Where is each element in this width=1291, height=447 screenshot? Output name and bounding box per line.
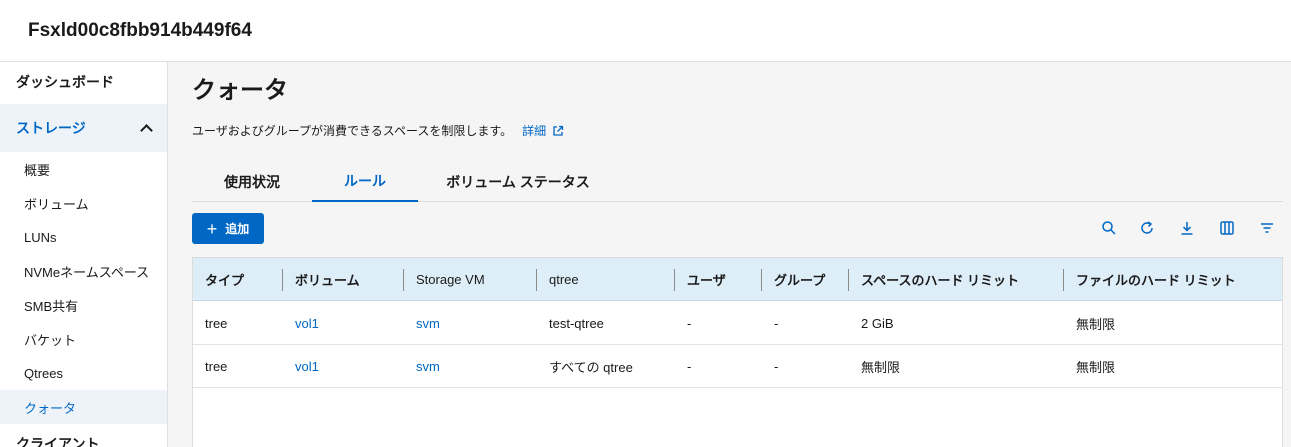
sidebar-item-dashboard[interactable]: ダッシュボード	[0, 72, 167, 92]
column-divider[interactable]	[1063, 269, 1064, 291]
page-description: ユーザおよびグループが消費できるスペースを制限します。 詳細	[192, 122, 564, 139]
column-header-user[interactable]: ユーザ	[687, 258, 726, 301]
plus-icon: +	[206, 218, 218, 239]
cell-group: -	[774, 359, 779, 374]
chevron-up-icon	[140, 124, 153, 137]
sidebar-item-clients[interactable]: クライアント	[0, 434, 167, 447]
cell-type: tree	[205, 316, 228, 331]
table-header: タイプ ボリューム Storage VM qtree ユーザ グループ スペース…	[193, 258, 1282, 301]
column-header-volume[interactable]: ボリューム	[295, 258, 360, 301]
refresh-icon[interactable]	[1139, 220, 1155, 236]
sidebar: ダッシュボード ストレージ 概要 ボリューム LUNs NVMeネームスペース …	[0, 62, 168, 447]
column-header-qtree[interactable]: qtree	[549, 258, 579, 301]
sidebar-item-buckets[interactable]: バケット	[0, 322, 167, 356]
column-header-storage-vm[interactable]: Storage VM	[416, 258, 485, 301]
sidebar-item-storage[interactable]: ストレージ	[0, 104, 167, 152]
column-header-space-hard-limit[interactable]: スペースのハード リミット	[861, 258, 1019, 301]
top-bar: Fsxld00c8fbb914b449f64	[0, 0, 1291, 62]
description-text: ユーザおよびグループが消費できるスペースを制限します。	[192, 124, 513, 138]
sidebar-item-overview[interactable]: 概要	[0, 152, 167, 186]
column-divider[interactable]	[674, 269, 675, 291]
column-header-group[interactable]: グループ	[774, 258, 825, 301]
cell-svm-link[interactable]: svm	[416, 345, 440, 388]
sidebar-item-luns[interactable]: LUNs	[0, 220, 167, 254]
cell-file-hard-limit: 無制限	[1076, 360, 1116, 375]
columns-icon[interactable]	[1219, 220, 1235, 236]
sidebar-item-nvme-namespaces[interactable]: NVMeネームスペース	[0, 254, 167, 288]
cell-volume-link[interactable]: vol1	[295, 345, 319, 388]
cell-group: -	[774, 316, 779, 331]
column-divider[interactable]	[761, 269, 762, 291]
cell-file-hard-limit: 無制限	[1076, 317, 1116, 332]
tab-usage[interactable]: 使用状況	[192, 162, 312, 202]
cell-space-hard-limit: 2 GiB	[861, 316, 894, 331]
add-button[interactable]: + 追加	[192, 213, 264, 244]
table-row[interactable]: tree vol1 svm すべての qtree - - 無制限 無制限	[193, 345, 1282, 388]
cell-user: -	[687, 359, 692, 374]
file-system-title: Fsxld00c8fbb914b449f64	[28, 20, 252, 41]
download-icon[interactable]	[1179, 220, 1195, 236]
cell-qtree: すべての qtree	[549, 360, 633, 375]
tab-rules[interactable]: ルール	[312, 162, 418, 202]
cell-space-hard-limit: 無制限	[861, 360, 901, 375]
search-icon[interactable]	[1101, 220, 1117, 236]
filter-icon[interactable]	[1259, 220, 1275, 236]
cell-svm-link[interactable]: svm	[416, 302, 440, 345]
add-button-label: 追加	[225, 222, 250, 236]
table-row[interactable]: tree vol1 svm test-qtree - - 2 GiB 無制限	[193, 302, 1282, 345]
column-divider[interactable]	[848, 269, 849, 291]
main-content: クォータ ユーザおよびグループが消費できるスペースを制限します。 詳細 使用状況…	[168, 62, 1291, 447]
sidebar-item-qtrees[interactable]: Qtrees	[0, 356, 167, 390]
sidebar-storage-label: ストレージ	[16, 120, 86, 136]
sidebar-item-quotas[interactable]: クォータ	[0, 390, 167, 424]
column-divider[interactable]	[282, 269, 283, 291]
column-header-file-hard-limit[interactable]: ファイルのハード リミット	[1076, 258, 1236, 301]
cell-qtree: test-qtree	[549, 316, 604, 331]
sidebar-item-volumes[interactable]: ボリューム	[0, 186, 167, 220]
column-divider[interactable]	[403, 269, 404, 291]
quota-rules-table: タイプ ボリューム Storage VM qtree ユーザ グループ スペース…	[192, 257, 1283, 447]
tab-bar: 使用状況 ルール ボリューム ステータス	[192, 162, 1283, 202]
cell-volume-link[interactable]: vol1	[295, 302, 319, 345]
detail-link[interactable]: 詳細	[522, 122, 546, 139]
page-title: クォータ	[192, 77, 288, 104]
cell-type: tree	[205, 359, 228, 374]
column-divider[interactable]	[536, 269, 537, 291]
cell-user: -	[687, 316, 692, 331]
column-header-type[interactable]: タイプ	[205, 258, 244, 301]
external-link-icon[interactable]	[552, 125, 564, 137]
sidebar-item-smb-shares[interactable]: SMB共有	[0, 288, 167, 322]
tab-volume-status[interactable]: ボリューム ステータス	[418, 162, 618, 202]
